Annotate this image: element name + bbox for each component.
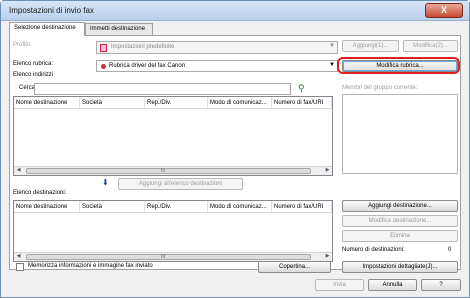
address-book-select[interactable]: Rubrica driver del fax Canon ▼ xyxy=(96,60,338,72)
delete-destination-button[interactable]: Elimina xyxy=(342,230,458,242)
scroll-right-icon[interactable]: ▶ xyxy=(323,253,332,261)
column-header[interactable]: Nome destinazione xyxy=(14,97,80,109)
address-list-table[interactable]: Nome destinazione Società Rep./Div. Modo… xyxy=(13,96,333,176)
add-destination-button[interactable]: Aggiungi destinazione... xyxy=(342,200,458,212)
magnifier-icon[interactable]: ⚲ xyxy=(298,83,305,94)
scroll-right-icon[interactable]: ▶ xyxy=(323,167,332,175)
destination-count-value: 0 xyxy=(448,247,452,253)
profile-value: Impostazioni predefinite xyxy=(111,44,175,50)
chevron-down-icon: ▼ xyxy=(329,62,335,68)
title-bar[interactable]: Impostazioni di invio fax X xyxy=(1,1,469,21)
tab-enter-destination[interactable]: Immetti destinazione xyxy=(85,23,153,35)
scroll-thumb[interactable]: III xyxy=(26,254,311,260)
scroll-left-icon[interactable]: ◀ xyxy=(14,167,23,175)
column-header[interactable]: Numero di fax/URI xyxy=(272,201,332,213)
chevron-down-icon: ▼ xyxy=(329,43,335,49)
destination-list-table[interactable]: Nome destinazione Società Rep./Div. Modo… xyxy=(13,200,333,262)
group-members-list[interactable] xyxy=(342,94,458,174)
window-title: Impostazioni di invio fax xyxy=(9,6,94,15)
add-profile-button[interactable]: Aggiungi(1)... xyxy=(342,40,399,52)
profile-icon xyxy=(100,44,107,52)
add-to-destination-list-button[interactable]: Aggiungi all'elenco destinazioni xyxy=(118,178,243,190)
destination-list-header: Nome destinazione Società Rep./Div. Modo… xyxy=(14,201,332,213)
address-book-label: Elenco rubrica: xyxy=(13,61,54,67)
column-header[interactable]: Rep./Div. xyxy=(145,201,208,213)
scroll-thumb[interactable]: III xyxy=(26,168,311,174)
address-list-label: Elenco indirizzi xyxy=(13,72,54,78)
destination-count-label: Numero di destinazioni: xyxy=(342,247,405,253)
horizontal-scrollbar[interactable]: ◀ III ▶ xyxy=(14,252,332,261)
column-header[interactable]: Società xyxy=(80,97,145,109)
scroll-grip: III xyxy=(161,168,166,174)
address-book-value: Rubrica driver del fax Canon xyxy=(109,63,186,69)
detailed-settings-button[interactable]: Impostazioni dettagliate(J)... xyxy=(342,261,458,273)
profile-select[interactable]: Impostazioni predefinite ▼ xyxy=(96,41,338,54)
column-header[interactable]: Numero di fax/URI xyxy=(272,97,332,109)
column-header[interactable]: Società xyxy=(80,201,145,213)
search-input[interactable] xyxy=(34,83,291,95)
store-info-label: Memorizza informazioni e immagine fax in… xyxy=(28,263,153,269)
close-button[interactable]: X xyxy=(425,3,463,18)
edit-destination-button[interactable]: Modifica destinazione... xyxy=(342,215,458,227)
group-members-label: Membri del gruppo corrente: xyxy=(342,85,418,91)
address-list-header: Nome destinazione Società Rep./Div. Modo… xyxy=(14,97,332,109)
column-header[interactable]: Modo di comunicaz... xyxy=(208,97,272,109)
profile-label: Profilo: xyxy=(13,42,32,48)
scroll-left-icon[interactable]: ◀ xyxy=(14,253,23,261)
help-button[interactable]: ? xyxy=(421,279,461,291)
store-info-checkbox[interactable] xyxy=(16,263,24,271)
cover-page-button[interactable]: Copertina... xyxy=(258,261,331,273)
send-button[interactable]: Invia xyxy=(315,279,364,291)
address-book-icon xyxy=(101,64,106,69)
cancel-button[interactable]: Annulla xyxy=(368,279,417,291)
tab-select-destination[interactable]: Selezione destinazione xyxy=(9,22,85,36)
horizontal-scrollbar[interactable]: ◀ III ▶ xyxy=(14,166,332,175)
column-header[interactable]: Modo di comunicaz... xyxy=(208,201,272,213)
scroll-grip: III xyxy=(161,254,166,260)
highlight-annotation xyxy=(337,57,460,74)
column-header[interactable]: Rep./Div. xyxy=(145,97,208,109)
edit-profile-button[interactable]: Modifica(2)... xyxy=(403,40,458,52)
column-header[interactable]: Nome destinazione xyxy=(14,201,80,213)
fax-settings-window: Impostazioni di invio fax X Selezione de… xyxy=(0,0,470,298)
destination-list-label: Elenco destinazioni: xyxy=(13,190,67,196)
down-arrow-icon: ⬇ xyxy=(102,178,109,187)
